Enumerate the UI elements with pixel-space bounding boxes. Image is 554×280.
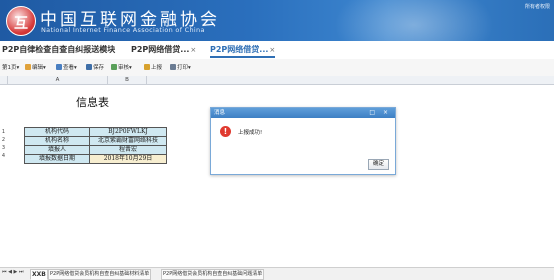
table-row: 机构名称 北京紫霸财富网络科技 (24, 136, 167, 146)
tab-close-icon[interactable]: × (269, 46, 275, 54)
value-cell[interactable]: 2018年10月29日 (89, 154, 167, 164)
tab-self-check-module[interactable]: P2P自律检查自查自纠报送模块 (2, 41, 115, 58)
dialog-message: 上报成功! (238, 130, 263, 136)
sheet-tab-xxb[interactable]: XXB (30, 269, 48, 280)
pencil-icon (25, 64, 31, 70)
corner-cell[interactable] (0, 76, 8, 84)
tab-label: P2P网络借贷... (131, 45, 190, 54)
label-cell[interactable]: 填报数据日期 (24, 154, 90, 164)
user-link[interactable]: 所有者权限 (525, 3, 550, 10)
sheet-nav-arrows-icon[interactable]: ⏮ ◀ ▶ ⏭ (2, 269, 23, 275)
view-button[interactable]: 查看▾ (56, 63, 77, 71)
message-dialog: 消息 □ × ! 上报成功! 确定 (210, 107, 396, 175)
banner-decoration (334, 0, 494, 41)
binoculars-icon (56, 64, 62, 70)
table-row: 机构代码 BJ2P0FWLKJ (24, 127, 167, 137)
tab-close-icon[interactable]: × (190, 46, 196, 54)
header-banner: 互 中国互联网金融协会 National Internet Finance As… (0, 0, 554, 41)
dialog-titlebar[interactable]: 消息 □ × (211, 108, 395, 118)
dialog-body: ! 上报成功! (211, 118, 395, 158)
tab-bar: P2P自律检查自查自纠报送模块 P2P网络借贷...× P2P网络借贷...× (0, 41, 554, 60)
check-icon (111, 64, 117, 70)
table-row: 填报数据日期 2018年10月29日 (24, 154, 167, 164)
column-b-header[interactable]: B (108, 76, 147, 84)
tab-p2p-loan-1[interactable]: P2P网络借贷...× (131, 41, 196, 58)
tab-label: P2P自律检查自查自纠报送模块 (2, 45, 116, 54)
window-controls-icon[interactable]: □ × (369, 108, 391, 118)
info-table: 机构代码 BJ2P0FWLKJ 机构名称 北京紫霸财富网络科技 填报人 程晋宏 … (24, 127, 167, 164)
value-cell[interactable]: BJ2P0FWLKJ (89, 127, 167, 137)
label-cell[interactable]: 机构代码 (24, 127, 90, 137)
value-cell[interactable]: 北京紫霸财富网络科技 (89, 136, 167, 146)
save-button[interactable]: 保存 (86, 63, 104, 71)
floppy-icon (86, 64, 92, 70)
column-a-header[interactable]: A (8, 76, 108, 84)
row-header-3[interactable]: 3 (0, 145, 7, 151)
org-name-en: National Internet Finance Association of… (41, 26, 205, 34)
sheet-tab-materials[interactable]: P2P网络借贷会员机构自查自纠基础材料清单 (48, 269, 152, 280)
table-row: 填报人 程晋宏 (24, 145, 167, 155)
report-button[interactable]: 上报 (144, 63, 162, 71)
sheet-tab-issues[interactable]: P2P网络借贷会员机构自查自纠基础问题清单 (161, 269, 265, 280)
value-cell[interactable]: 程晋宏 (89, 145, 167, 155)
association-logo: 互 (6, 6, 36, 36)
row-header-2[interactable]: 2 (0, 137, 7, 143)
upload-icon (144, 64, 150, 70)
printer-icon (170, 64, 176, 70)
ok-button[interactable]: 确定 (368, 159, 389, 170)
dialog-title: 消息 (214, 110, 226, 116)
sheet-title: 信息表 (76, 96, 109, 109)
column-header: A B (0, 76, 554, 85)
sheet-tab-bar: ⏮ ◀ ▶ ⏭ XXB P2P网络借贷会员机构自查自纠基础材料清单 P2P网络借… (0, 267, 554, 280)
row-header-1[interactable]: 1 (0, 129, 7, 135)
review-button[interactable]: 审核▾ (111, 63, 132, 71)
report-toolbar: 第1页▾ 编辑▾ 查看▾ 保存 审核▾ 上报 打印▾ (0, 59, 554, 77)
tab-label: P2P网络借贷... (210, 45, 269, 54)
page-select-button[interactable]: 第1页▾ (2, 63, 19, 71)
exclamation-icon: ! (220, 126, 231, 137)
label-cell[interactable]: 填报人 (24, 145, 90, 155)
label-cell[interactable]: 机构名称 (24, 136, 90, 146)
tab-p2p-loan-2[interactable]: P2P网络借贷...× (210, 41, 276, 58)
row-header-4[interactable]: 4 (0, 153, 7, 159)
print-button[interactable]: 打印▾ (170, 63, 191, 71)
edit-button[interactable]: 编辑▾ (25, 63, 46, 71)
